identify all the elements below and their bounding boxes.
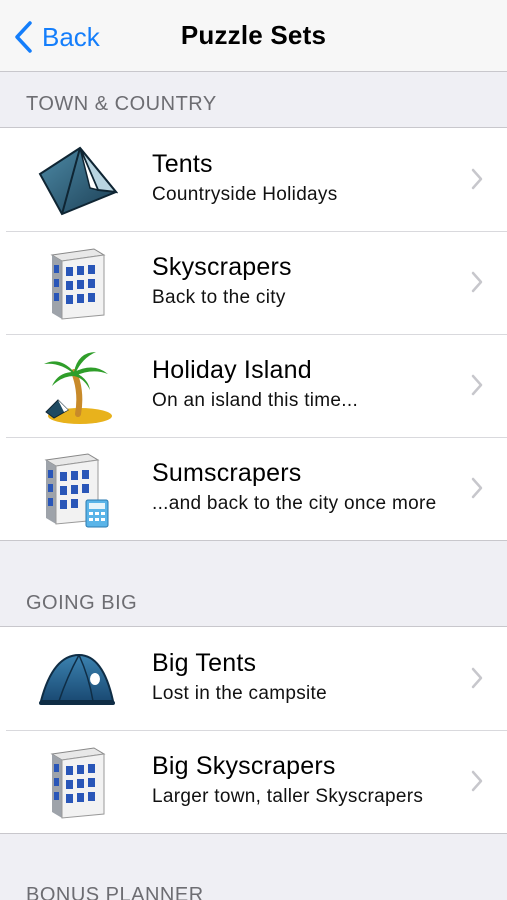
chevron-right-icon <box>471 667 483 689</box>
row-subtitle: Back to the city <box>152 287 286 308</box>
chevron-right-icon <box>471 477 483 499</box>
row-subtitle: Countryside Holidays <box>152 184 338 205</box>
section-header-going-big: GOING BIG <box>26 592 138 614</box>
navigation-bar: Back Puzzle Sets <box>0 0 507 72</box>
chevron-right-icon <box>471 271 483 293</box>
list-item-tents[interactable]: Tents Countryside Holidays <box>0 128 507 231</box>
row-title: Skyscrapers <box>152 253 292 281</box>
list-item-big-skyscrapers[interactable]: Big Skyscrapers Larger town, taller Skys… <box>0 730 507 833</box>
skyscraper-icon <box>32 241 122 325</box>
chevron-right-icon <box>471 374 483 396</box>
row-title: Big Tents <box>152 649 257 677</box>
tent-icon <box>32 138 122 222</box>
group-going-big: Big Tents Lost in the campsite Big Skysc… <box>0 626 507 834</box>
section-header-bonus-planner: BONUS PLANNER <box>26 884 204 900</box>
page-title: Puzzle Sets <box>180 20 327 50</box>
list-item-big-tents[interactable]: Big Tents Lost in the campsite <box>0 627 507 730</box>
skyscraper-calculator-icon <box>32 447 122 531</box>
row-title: Big Skyscrapers <box>152 752 336 780</box>
screen: Back Puzzle Sets TOWN & COUNTRY Tents Co… <box>0 0 507 900</box>
palm-island-icon <box>32 344 122 428</box>
list-item-holiday-island[interactable]: Holiday Island On an island this time... <box>0 334 507 437</box>
row-subtitle: Larger town, taller Skyscrapers <box>152 786 424 807</box>
section-header-town-country: TOWN & COUNTRY <box>26 93 217 115</box>
chevron-right-icon <box>471 770 483 792</box>
dome-tent-icon <box>32 637 122 721</box>
skyscraper-icon <box>32 740 122 824</box>
list-item-sumscrapers[interactable]: Sumscrapers ...and back to the city once… <box>0 437 507 540</box>
row-title: Sumscrapers <box>152 459 302 487</box>
row-subtitle: On an island this time... <box>152 390 359 411</box>
row-title: Holiday Island <box>152 356 312 384</box>
chevron-right-icon <box>471 168 483 190</box>
row-title: Tents <box>152 150 213 178</box>
row-subtitle: ...and back to the city once more <box>152 493 437 514</box>
group-town-country: Tents Countryside Holidays Skyscrapers B… <box>0 127 507 541</box>
list-item-skyscrapers[interactable]: Skyscrapers Back to the city <box>0 231 507 334</box>
row-subtitle: Lost in the campsite <box>152 683 327 704</box>
